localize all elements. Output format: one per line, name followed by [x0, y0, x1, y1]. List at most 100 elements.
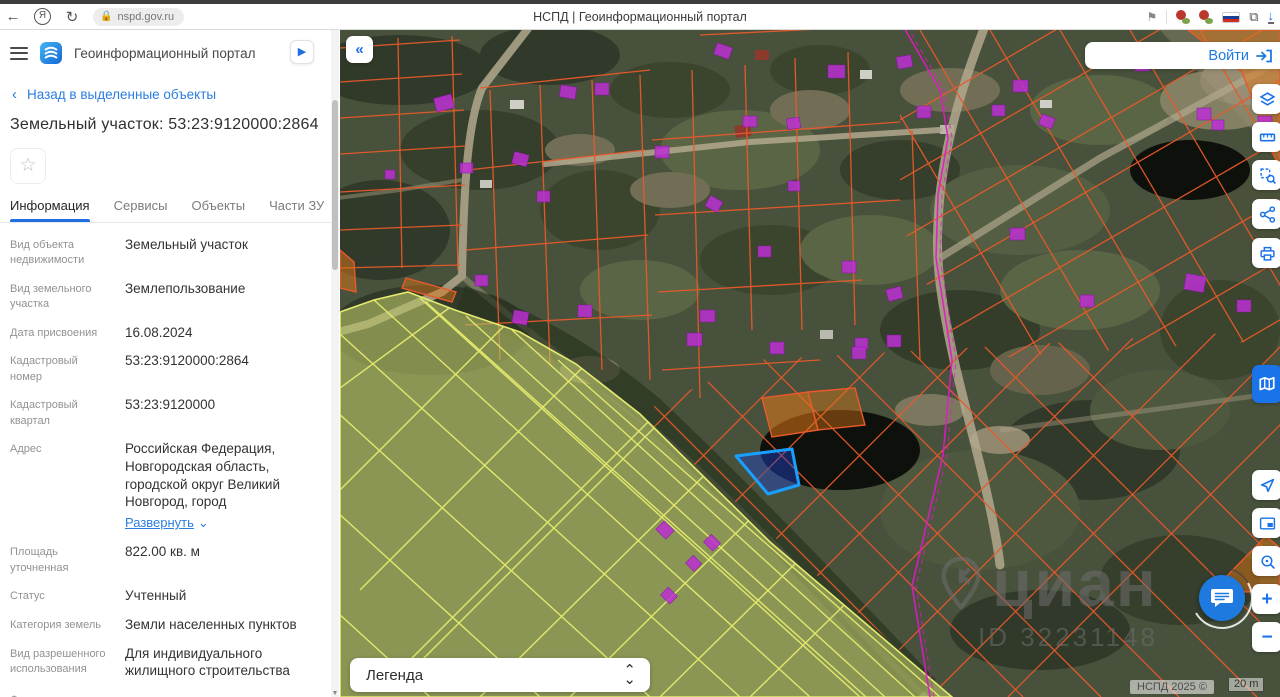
support-chat-button[interactable] [1199, 575, 1245, 621]
chevron-left-icon: ‹ [12, 86, 17, 103]
locate-me-button[interactable] [1252, 470, 1280, 500]
url-text: nspd.gov.ru [117, 10, 175, 23]
sidebar-tab[interactable]: Сервисы [114, 198, 168, 222]
zoom-out-button[interactable]: − [1252, 622, 1280, 652]
ruler-icon [1259, 133, 1275, 141]
field-label: Вид земельного участка [10, 282, 92, 311]
field-value: Учтенный [125, 587, 187, 603]
layers-button[interactable] [1252, 84, 1280, 114]
basemap-icon [1259, 376, 1275, 391]
field-value: Земельный участок [125, 237, 248, 252]
info-sidebar: Геоинформационный портал ‹ Назад в выдел… [0, 30, 340, 697]
minus-icon: − [1261, 626, 1273, 648]
scrollbar-thumb[interactable] [332, 100, 338, 270]
info-field-row: Кадастровый квартал 53:23:9120000 [10, 396, 322, 429]
coordinate-search-button[interactable] [1252, 546, 1280, 576]
updown-chevron-icon: ⌃ ⌄ [623, 662, 636, 688]
info-field-row: Дата присвоения 16.08.2024 [10, 324, 322, 342]
field-label: Вид объекта недвижимости [10, 239, 85, 267]
extension-icon-1[interactable] [1176, 10, 1191, 24]
info-field-row: Площадь уточненная 822.00 кв. м [10, 543, 322, 576]
extension-icon-2[interactable] [1199, 10, 1214, 24]
field-label: Форма собственности [10, 691, 110, 697]
info-field-row: Категория земель Земли населенных пункто… [10, 616, 322, 634]
back-link[interactable]: ‹ Назад в выделенные объекты [0, 64, 340, 103]
field-value: 53:23:9120000:2864 [125, 353, 249, 369]
toolbar-divider [1166, 10, 1168, 24]
map-canvas[interactable] [340, 30, 1280, 697]
layers-icon [1259, 91, 1275, 106]
sidebar-tab[interactable]: Объекты [191, 198, 245, 222]
scale-bar: 20 m [1228, 678, 1265, 692]
field-value: Российская Федерация, Новгородская облас… [125, 440, 281, 510]
chat-bubble-icon [1211, 589, 1233, 607]
field-value: 822.00 кв. м [125, 544, 200, 560]
info-field-row: Кадастровый номер 53:23:9120000:2864 [10, 352, 322, 385]
info-field-row: Вид земельного участка Землепользование [10, 280, 322, 313]
field-label: Адрес [10, 442, 42, 455]
login-arrow-icon [1256, 49, 1272, 62]
field-label: Категория земель [10, 618, 101, 631]
field-value: 16.08.2024 [125, 324, 193, 340]
info-field-row: Вид объекта недвижимости Земельный участ… [10, 236, 322, 269]
info-field-row: Статус Учтенный [10, 587, 322, 605]
field-value: 53:23:9120000 [125, 397, 216, 413]
legend-dropdown[interactable]: Легенда ⌃ ⌄ [350, 658, 650, 692]
tab-bar: ИнформацияСервисыОбъектыЧасти ЗУСостав [0, 184, 340, 223]
login-bar[interactable]: Войти [1085, 42, 1280, 69]
info-field-row: Вид разрешенного использования Для индив… [10, 645, 322, 681]
plus-icon: + [1261, 588, 1273, 610]
russia-flag-icon[interactable] [1222, 11, 1241, 23]
coordinate-search-icon [1260, 554, 1275, 569]
parcel-title: Земельный участок: 53:23:9120000:2864 [10, 116, 319, 133]
bookmark-icon[interactable]: ⚑ [1146, 10, 1157, 24]
collections-icon[interactable]: ⧉ [1249, 9, 1258, 25]
print-button[interactable] [1252, 238, 1280, 268]
sidebar-tab[interactable]: Части ЗУ [269, 198, 324, 222]
field-value: Для индивидуального жилищного строительс… [125, 645, 290, 679]
portal-title: Геоинформационный портал [74, 45, 256, 61]
sidebar-collapse-button[interactable]: « [346, 36, 373, 63]
info-field-row: Форма собственности - [10, 691, 322, 697]
field-value: Землепользование [125, 280, 246, 296]
map-area[interactable]: « Войти + − циан ID 32231148 Легенда ⌃ ⌄… [340, 30, 1280, 697]
info-field-row: Адрес Российская Федерация, Новгородская… [10, 440, 322, 532]
tabs-scroll-right-button[interactable]: ▶ [290, 40, 314, 64]
browser-toolbar: ← Я ↻ 🔒 nspd.gov.ru НСПД | Геоинформацио… [0, 4, 1280, 30]
basemap-button[interactable] [1252, 365, 1280, 403]
legend-label: Легенда [366, 666, 424, 684]
field-label: Дата присвоения [10, 326, 98, 339]
favorite-star-button[interactable]: ☆ [10, 148, 46, 184]
browser-back-icon[interactable]: ← [0, 8, 26, 25]
zoom-in-button[interactable]: + [1252, 584, 1280, 614]
printer-icon [1259, 246, 1275, 261]
browser-tab-title: НСПД | Геоинформационный портал [533, 9, 747, 24]
lock-icon: 🔒 [100, 11, 113, 22]
minimap-button[interactable] [1252, 508, 1280, 538]
reload-icon[interactable]: ↻ [59, 8, 85, 26]
field-label: Площадь уточненная [10, 546, 69, 574]
nspd-portal-window: ← Я ↻ 🔒 nspd.gov.ru НСПД | Геоинформацио… [0, 0, 1280, 697]
share-icon [1259, 205, 1275, 223]
sidebar-scrollbar[interactable]: ▼ [331, 30, 339, 697]
field-value: - [125, 691, 130, 697]
yandex-browser-icon[interactable]: Я [34, 8, 51, 25]
measure-button[interactable] [1252, 122, 1280, 152]
share-button[interactable] [1252, 199, 1280, 229]
sidebar-tab[interactable]: Информация [10, 198, 90, 222]
navigation-arrow-icon [1260, 478, 1274, 492]
scrollbar-down-arrow[interactable]: ▼ [331, 690, 339, 697]
expand-address-link[interactable]: Развернуть [125, 515, 209, 531]
field-label: Статус [10, 589, 45, 602]
menu-icon[interactable] [10, 46, 28, 60]
address-bar[interactable]: 🔒 nspd.gov.ru [93, 7, 185, 26]
field-label: Кадастровый номер [10, 355, 78, 383]
nspd-logo-icon [40, 42, 62, 64]
map-attribution: НСПД 2025 © [1130, 680, 1214, 694]
login-label: Войти [1208, 47, 1249, 64]
area-search-button[interactable] [1252, 160, 1280, 190]
polygon-search-icon [1259, 167, 1276, 184]
minimap-icon [1259, 516, 1275, 530]
field-label: Вид разрешенного использования [10, 647, 106, 675]
downloads-icon[interactable]: ↓ [1267, 9, 1274, 24]
